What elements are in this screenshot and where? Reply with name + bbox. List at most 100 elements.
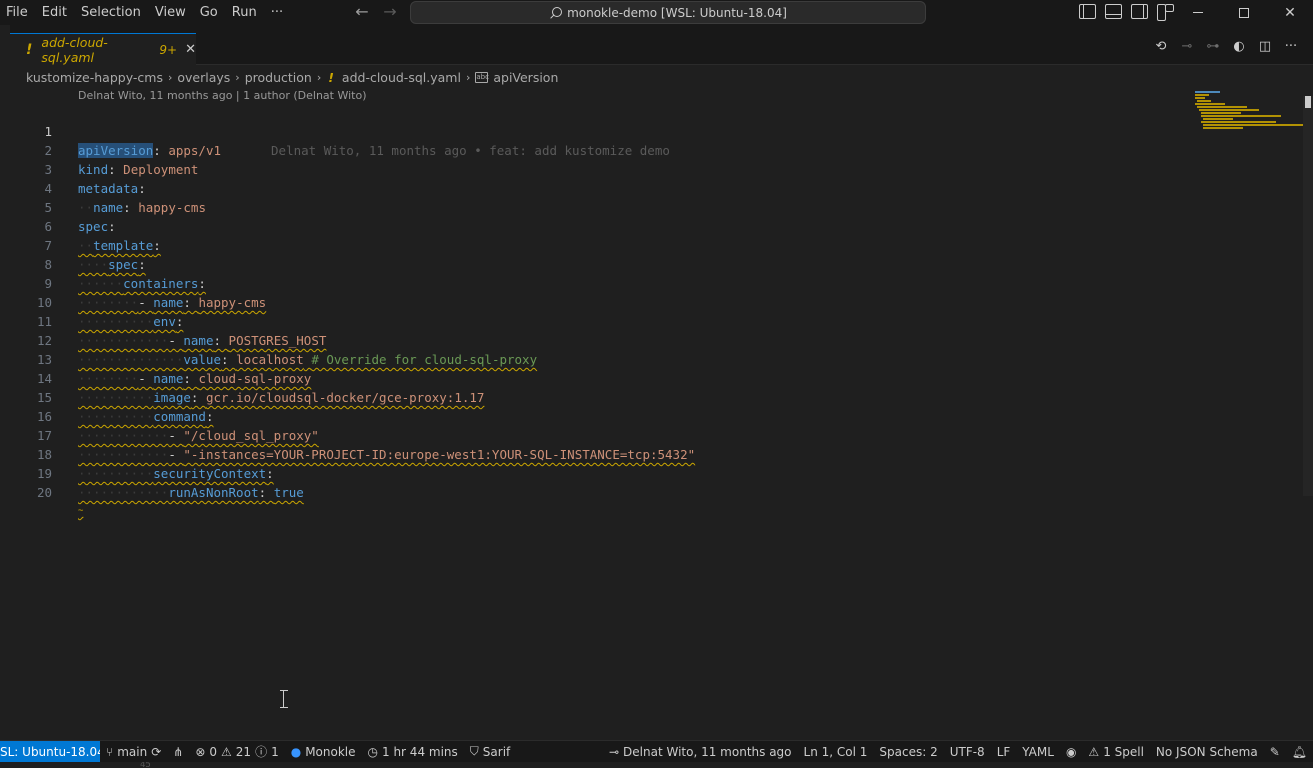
toggle-panel-icon[interactable] bbox=[1105, 4, 1122, 19]
json-schema[interactable]: No JSON Schema bbox=[1150, 741, 1264, 763]
copilot-status[interactable]: ◉ bbox=[1060, 741, 1082, 763]
remote-indicator[interactable]: SL: Ubuntu-18.04 bbox=[0, 740, 100, 763]
breadcrumb-item-overlays[interactable]: overlays bbox=[177, 70, 230, 85]
code-line[interactable]: 14 ··········image: gcr.io/cloudsql-dock… bbox=[10, 350, 484, 405]
feedback[interactable]: ✎ bbox=[1264, 741, 1286, 763]
code-line[interactable]: 15 ··········command: bbox=[10, 369, 214, 424]
code-line[interactable]: 17 ············- "-instances=YOUR-PROJEC… bbox=[10, 407, 695, 462]
code-line[interactable]: 5 spec: bbox=[10, 179, 115, 234]
code-line[interactable]: 4 ··name: happy-cms bbox=[10, 160, 206, 215]
code-editor[interactable]: Delnat Wito, 11 months ago | 1 author (D… bbox=[10, 88, 1313, 740]
breadcrumb-item-symbol[interactable]: apiVersion bbox=[493, 70, 558, 85]
problems-indicator[interactable]: ⊗ 0 ⚠ 21 ⓘ 1 bbox=[189, 741, 284, 763]
code-line[interactable]: 3 metadata: bbox=[10, 141, 145, 196]
next-change-icon[interactable]: ⊶ bbox=[1205, 39, 1221, 55]
menu-edit[interactable]: Edit bbox=[35, 0, 74, 25]
code-line[interactable]: 9 ········- name: happy-cms bbox=[10, 255, 266, 310]
git-codelens[interactable]: Delnat Wito, 11 months ago | 1 author (D… bbox=[78, 88, 367, 103]
forward-arrow-icon[interactable]: → bbox=[380, 3, 400, 23]
code-line[interactable]: 19 ············runAsNonRoot: true bbox=[10, 445, 304, 500]
yaml-key: runAsNonRoot bbox=[168, 485, 259, 500]
git-blame-status[interactable]: ⊸ Delnat Wito, 11 months ago bbox=[603, 741, 798, 763]
code-line[interactable]: 8 ······containers: bbox=[10, 236, 205, 291]
close-window-button[interactable]: ✕ bbox=[1267, 0, 1313, 25]
git-branch[interactable]: ⑂ main ⟳ bbox=[100, 741, 167, 763]
menu-selection[interactable]: Selection bbox=[74, 0, 148, 25]
menu-go[interactable]: Go bbox=[193, 0, 225, 25]
monokle-status[interactable]: ● Monokle bbox=[285, 741, 362, 763]
split-editor-icon[interactable]: ◫ bbox=[1257, 39, 1273, 55]
language-mode[interactable]: YAML bbox=[1016, 741, 1060, 763]
sync-icon: ⟳ bbox=[151, 744, 162, 759]
status-bar: SL: Ubuntu-18.04 ⑂ main ⟳ ⋔ ⊗ 0 ⚠ 21 ⓘ 1… bbox=[0, 740, 1313, 763]
yaml-file-icon: ! bbox=[26, 41, 33, 58]
info-count: 1 bbox=[271, 744, 279, 759]
search-icon bbox=[549, 6, 563, 20]
yaml-value: happy-cms bbox=[198, 295, 267, 310]
git-commit-icon: ⊸ bbox=[608, 744, 620, 759]
yaml-value: gcr.io/cloudsql-docker/gce-proxy:1.17 bbox=[205, 390, 485, 405]
menu-more[interactable]: ··· bbox=[264, 0, 290, 25]
menu-view[interactable]: View bbox=[148, 0, 193, 25]
code-line[interactable]: 18 ··········securityContext: bbox=[10, 426, 274, 481]
maximize-icon bbox=[1239, 7, 1249, 18]
code-line: ~ bbox=[78, 506, 84, 516]
monokle-label: Monokle bbox=[305, 744, 356, 759]
toggle-primary-sidebar-icon[interactable] bbox=[1079, 4, 1096, 19]
time-tracker[interactable]: ◷ 1 hr 44 mins bbox=[362, 741, 464, 763]
tab-add-cloud-sql[interactable]: ! add-cloud-sql.yaml 9+ ✕ bbox=[10, 33, 196, 65]
error-count: 0 bbox=[209, 744, 218, 759]
code-line[interactable]: 2 kind: Deployment bbox=[10, 122, 198, 177]
yaml-key: image bbox=[153, 390, 191, 405]
notifications[interactable]: 🔔︎ bbox=[1286, 741, 1313, 763]
history-icon: ◷ bbox=[367, 744, 378, 759]
code-line[interactable]: 7 ····spec: bbox=[10, 217, 145, 272]
encoding[interactable]: UTF-8 bbox=[944, 741, 991, 763]
cursor-position[interactable]: Ln 1, Col 1 bbox=[798, 741, 874, 763]
code-line[interactable]: 6 ··template: bbox=[10, 198, 160, 253]
yaml-key: apiVersion bbox=[78, 143, 154, 158]
tab-close-icon[interactable]: ✕ bbox=[185, 42, 196, 57]
code-line[interactable]: 13 ········- name: cloud-sql-proxy bbox=[10, 331, 311, 386]
yaml-value: localhost bbox=[236, 352, 304, 367]
minimize-button[interactable] bbox=[1175, 0, 1221, 25]
menu-bar: File Edit Selection View Go Run ··· bbox=[0, 0, 290, 25]
yaml-file-icon: ! bbox=[328, 69, 334, 85]
git-lens-icon[interactable]: ◐ bbox=[1231, 39, 1247, 55]
breadcrumb-item-production[interactable]: production bbox=[245, 70, 312, 85]
vertical-scrollbar[interactable] bbox=[1303, 96, 1313, 496]
open-changes-icon[interactable]: ⟲ bbox=[1153, 39, 1169, 55]
yaml-value: POSTGRES_HOST bbox=[228, 333, 327, 348]
indentation[interactable]: Spaces: 2 bbox=[873, 741, 943, 763]
breadcrumb-item-kustomize-happy-cms[interactable]: kustomize-happy-cms bbox=[26, 70, 163, 85]
code-line[interactable]: 10 ··········env: bbox=[10, 274, 183, 329]
customize-layout-icon[interactable] bbox=[1157, 4, 1174, 21]
branch-name: main bbox=[117, 744, 148, 759]
more-actions-icon[interactable]: ··· bbox=[1283, 39, 1299, 55]
toggle-secondary-sidebar-icon[interactable] bbox=[1131, 4, 1148, 19]
code-line[interactable]: 16 ············- "/cloud_sql_proxy" bbox=[10, 388, 319, 443]
menu-run[interactable]: Run bbox=[225, 0, 264, 25]
code-line[interactable]: 12 ··············value: localhost # Over… bbox=[10, 312, 537, 367]
previous-change-icon[interactable]: ⊸ bbox=[1179, 39, 1195, 55]
breadcrumb-item-file[interactable]: add-cloud-sql.yaml bbox=[342, 70, 461, 85]
yaml-value: "-instances=YOUR-PROJECT-ID:europe-west1… bbox=[183, 447, 696, 462]
code-line[interactable]: 11 ············- name: POSTGRES_HOST bbox=[10, 293, 326, 348]
menu-file[interactable]: File bbox=[0, 0, 35, 25]
sarif-status[interactable]: ⛉ Sarif bbox=[464, 741, 516, 763]
command-center[interactable]: monokle-demo [WSL: Ubuntu-18.04] bbox=[410, 1, 926, 24]
code-line[interactable]: 20 bbox=[10, 464, 55, 500]
back-arrow-icon[interactable]: ← bbox=[352, 3, 372, 23]
yaml-key: containers bbox=[123, 276, 199, 291]
end-of-line[interactable]: LF bbox=[991, 741, 1017, 763]
maximize-button[interactable] bbox=[1221, 0, 1267, 25]
minimap[interactable] bbox=[1190, 88, 1305, 148]
yaml-value: happy-cms bbox=[138, 200, 206, 215]
code-line[interactable]: 1 apiVersion: apps/v1 Delnat Wito, 11 mon… bbox=[10, 103, 670, 158]
git-graph[interactable]: ⋔ bbox=[167, 741, 189, 763]
blame-label: Delnat Wito, 11 months ago bbox=[623, 744, 792, 759]
window-controls: ✕ bbox=[1175, 0, 1313, 25]
scrollbar-thumb[interactable] bbox=[1305, 96, 1311, 108]
yaml-key: kind bbox=[78, 162, 109, 177]
spell-check[interactable]: ⚠ 1 Spell bbox=[1082, 741, 1150, 763]
